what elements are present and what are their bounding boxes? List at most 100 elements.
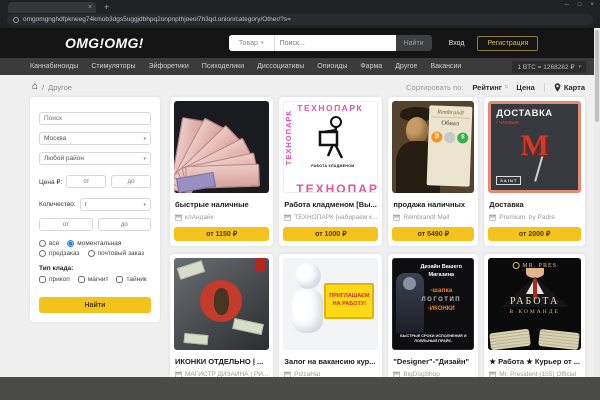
stash-option-buried[interactable]: прикоп (39, 276, 70, 283)
home-icon[interactable]: ⌂ (32, 82, 38, 92)
product-title[interactable]: быстрые наличные (175, 200, 268, 209)
register-button[interactable]: Регистрация (477, 36, 538, 51)
checkbox-hidden[interactable] (116, 276, 123, 283)
filter-search-input[interactable] (39, 112, 151, 125)
image-subtitle: / ЧАЕВЫЕ (496, 120, 573, 125)
apply-filters-button[interactable]: Найти (39, 297, 151, 313)
price-button[interactable]: от 2000 ₽ (488, 227, 581, 241)
search-category-select[interactable]: Товар ▾ (229, 35, 275, 51)
breadcrumb-current: Другое (48, 83, 72, 92)
login-link[interactable]: Вход (449, 40, 465, 47)
product-image: Дизайн Вашего Магазина -шапка ЛОГОТИП -И… (392, 258, 474, 350)
product-title[interactable]: ★ Работа ★ Курьер от ... (489, 357, 580, 366)
sort-price-button[interactable]: Цена (516, 83, 534, 92)
product-grid: быстрые наличные клАндайк от 1150 ₽ ТЕХН… (170, 97, 585, 400)
product-title[interactable]: "Designer"-"Дизайн" (393, 357, 473, 366)
nav-item-pharma[interactable]: Фарма (360, 63, 382, 70)
site-info-icon[interactable] (13, 17, 19, 23)
sort-rating-button[interactable]: Рейтинг ↑↓ (472, 83, 507, 92)
tab-close-icon[interactable]: × (88, 4, 92, 11)
search-button[interactable]: Найти (396, 35, 432, 51)
price-button[interactable]: от 1150 ₽ (174, 227, 269, 241)
radio-mail[interactable] (88, 250, 95, 257)
image-text: -шапка (411, 287, 471, 294)
bottom-band (0, 377, 600, 400)
radio-all[interactable] (39, 240, 46, 247)
nav-item-cannabinoids[interactable]: Каннабиноиды (30, 63, 78, 70)
district-value: Любой район (44, 155, 84, 162)
delivery-option-preorder[interactable]: предзаказ (39, 250, 80, 257)
map-button[interactable]: Карта (554, 83, 585, 92)
price-button[interactable]: от 1000 ₽ (283, 227, 378, 241)
stash-option-hidden[interactable]: тайник (116, 276, 146, 283)
product-title[interactable]: ИКОНКИ ОТДЕЛЬНО | ... (175, 357, 268, 366)
map-label: Карта (564, 83, 585, 92)
nav-item-other[interactable]: Другое (395, 63, 417, 70)
product-card-delivery[interactable]: ДОСТАВКА / ЧАЕВЫЕ М SAINT Доставка Premi… (484, 97, 585, 246)
price-button[interactable]: от 5490 ₽ (392, 227, 474, 241)
image-text: ТЕХНОПАРК (297, 103, 363, 113)
delivery-option-mail[interactable]: почтовый заказ (88, 250, 145, 257)
close-icon[interactable]: × (590, 2, 594, 8)
store-icon (284, 214, 291, 221)
site-header: OMG!OMG! Товар ▾ Найти Вход Регистрация (0, 28, 600, 58)
btc-rate-badge[interactable]: 1 BTC = 1268282 ₽ ▾ (512, 61, 586, 73)
nav-item-euphoretics[interactable]: Эйфоретики (149, 63, 189, 70)
browser-tab[interactable]: × (8, 2, 96, 13)
delivery-option-instant[interactable]: моментальная (67, 240, 121, 247)
search-input[interactable] (275, 35, 396, 51)
scrollbar-thumb[interactable] (595, 30, 599, 122)
product-title[interactable]: Залог на вакансию кур... (284, 357, 377, 366)
product-seller[interactable]: ТЕХНОПАРК [набираем к... (284, 214, 377, 221)
delivery-option-all[interactable]: все (39, 240, 59, 247)
product-card-fast-cash[interactable]: быстрые наличные клАндайк от 1150 ₽ (170, 97, 273, 246)
product-card-courier-job[interactable]: ТЕХНОПАРК ТЕХНОПАРК РАБОТА КЛАДМЕНОМ ТЕХ… (279, 97, 382, 246)
new-tab-button[interactable]: + (104, 3, 109, 12)
product-seller[interactable]: клАндайк (175, 214, 268, 221)
dollar-coin-icon: $ (457, 132, 468, 143)
quantity-to-input[interactable] (98, 218, 152, 231)
image-caption: РАБОТА КЛАДМЕНОМ (311, 164, 354, 168)
city-select[interactable]: Москва ▾ (39, 132, 151, 145)
radio-instant[interactable] (67, 240, 74, 247)
product-seller[interactable]: Premium. by Padre (489, 214, 580, 221)
price-to-input[interactable] (111, 175, 151, 188)
nav-item-dissociatives[interactable]: Диссоциативы (257, 63, 304, 70)
product-title[interactable]: Работа кладменом [Вы... (284, 200, 377, 209)
product-title[interactable]: Доставка (489, 200, 580, 209)
filters-panel: Москва ▾ Любой район ▾ Цена ₽: Количеств… (30, 97, 160, 322)
sort-bar: Сортировать по: Рейтинг ↑↓ Цена Карта (406, 83, 585, 92)
store-icon (175, 214, 182, 221)
unit-select[interactable]: г ▾ (80, 198, 151, 211)
product-title[interactable]: продажа наличных (393, 200, 473, 209)
image-badge: SAINT (496, 176, 521, 185)
image-text: ТЕХНОПАРК (284, 110, 293, 165)
nav-item-opioids[interactable]: Опиоиды (317, 63, 347, 70)
store-icon (393, 214, 400, 221)
radio-preorder[interactable] (39, 250, 46, 257)
page-scrollbar[interactable] (594, 28, 600, 377)
minimize-icon[interactable]: ─ (565, 2, 569, 8)
category-nav: Каннабиноиды Стимуляторы Эйфоретики Псих… (0, 58, 600, 75)
nav-item-psychedelics[interactable]: Психоделики (202, 63, 244, 70)
product-image: ТЕХНОПАРК ТЕХНОПАРК РАБОТА КЛАДМЕНОМ ТЕХ… (283, 101, 378, 193)
district-select[interactable]: Любой район ▾ (39, 152, 151, 165)
main-content: Москва ▾ Любой район ▾ Цена ₽: Количеств… (0, 97, 600, 400)
seller-name: Rembrandt Mall (403, 214, 449, 221)
maximize-icon[interactable]: □ (578, 2, 582, 8)
product-seller[interactable]: Rembrandt Mall (393, 214, 473, 221)
chevron-down-icon: ▾ (578, 64, 581, 70)
quantity-from-input[interactable] (39, 218, 93, 231)
product-card-cash-sale[interactable]: Rembrandt Обнал ₿ $ продажа наличных Rem… (388, 97, 478, 246)
map-pin-icon (554, 83, 561, 92)
quantity-filter-label: Количество: (39, 201, 76, 208)
checkbox-buried[interactable] (39, 276, 46, 283)
site-logo[interactable]: OMG!OMG! (65, 35, 144, 51)
stash-option-magnet[interactable]: магнит (78, 276, 109, 283)
nav-item-jobs[interactable]: Вакансии (430, 63, 461, 70)
metro-logo: М (520, 129, 548, 163)
nav-item-stimulants[interactable]: Стимуляторы (91, 63, 135, 70)
price-from-input[interactable] (66, 175, 106, 188)
checkbox-magnet[interactable] (78, 276, 85, 283)
address-field[interactable]: omgomgnghdfpkneeg74kmob3dgs5uggjdbhpq2on… (7, 14, 593, 25)
